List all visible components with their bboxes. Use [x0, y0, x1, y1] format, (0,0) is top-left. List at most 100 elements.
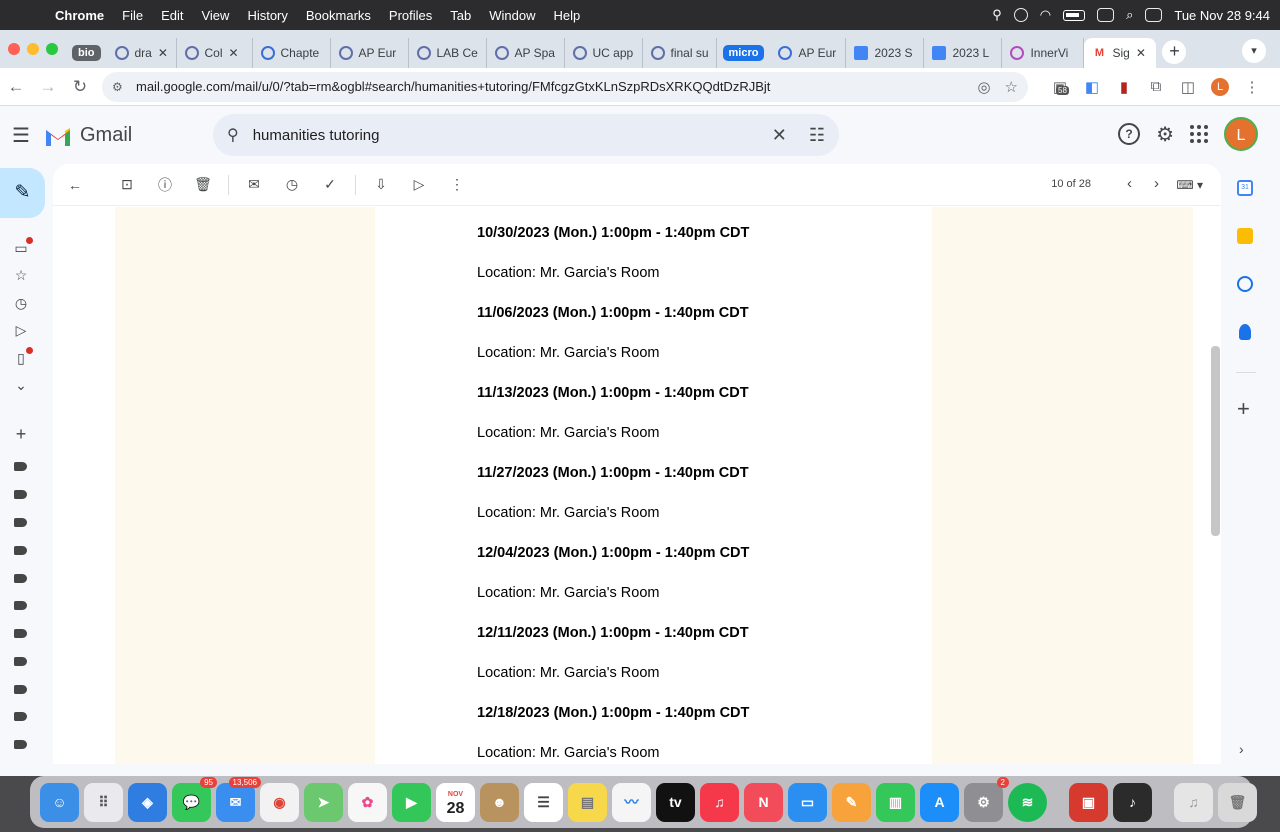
- main-menu-icon[interactable]: ☰: [0, 123, 42, 148]
- facetime-icon[interactable]: ▶: [392, 782, 431, 822]
- label-tag-icon[interactable]: [14, 629, 27, 638]
- tasks-icon[interactable]: [1237, 276, 1253, 292]
- spotify-icon[interactable]: ≋: [1008, 782, 1047, 822]
- tv-icon[interactable]: tv: [656, 782, 695, 822]
- music-folder-icon[interactable]: ♫: [1174, 782, 1213, 822]
- more-options-icon[interactable]: ⋮: [438, 176, 476, 193]
- app-store-icon[interactable]: A: [920, 782, 959, 822]
- browser-tab[interactable]: 2023 L: [924, 38, 1003, 68]
- compose-button[interactable]: ✎: [0, 168, 45, 218]
- new-tab-button[interactable]: +: [1162, 40, 1187, 64]
- photos-icon[interactable]: ✿: [348, 782, 387, 822]
- archive-icon[interactable]: ⊡: [108, 176, 146, 193]
- browser-tab[interactable]: UC app: [565, 38, 643, 68]
- input-tools-icon[interactable]: ⌨ ▾: [1176, 178, 1203, 192]
- mark-unread-icon[interactable]: ✉: [235, 176, 273, 193]
- kebab-menu-icon[interactable]: ⋮: [1236, 78, 1268, 96]
- settings-gear-icon[interactable]: ⚙: [1156, 122, 1174, 147]
- delete-icon[interactable]: 🗑: [184, 176, 222, 193]
- search-icon[interactable]: ⚲: [227, 125, 239, 145]
- numbers-icon[interactable]: ▥: [876, 782, 915, 822]
- snooze-icon[interactable]: ◷: [273, 176, 311, 193]
- drafts-icon[interactable]: ▯: [12, 347, 33, 367]
- tab-group-bio[interactable]: bio: [72, 45, 101, 61]
- browser-tab[interactable]: Col ✕: [177, 38, 253, 68]
- calendar-icon[interactable]: NOV 28: [436, 782, 475, 822]
- photo-booth-icon[interactable]: ▣: [1069, 782, 1108, 822]
- music-icon[interactable]: ♫: [700, 782, 739, 822]
- menu-bookmarks[interactable]: Bookmarks: [297, 8, 380, 23]
- pages-icon[interactable]: ✎: [832, 782, 871, 822]
- reload-icon[interactable]: ↻: [64, 77, 96, 97]
- notes-icon[interactable]: ▤: [568, 782, 607, 822]
- browser-tab[interactable]: AP Eur: [331, 38, 409, 68]
- clear-search-icon[interactable]: ✕: [772, 125, 787, 146]
- browser-tab[interactable]: 2023 S: [846, 38, 925, 68]
- menu-window[interactable]: Window: [480, 8, 544, 23]
- tab-group-micro[interactable]: micro: [722, 45, 765, 61]
- translate-extension-icon[interactable]: ◧: [1076, 78, 1108, 96]
- get-addons-icon[interactable]: +: [1237, 396, 1250, 422]
- search-input[interactable]: humanities tutoring: [253, 127, 750, 144]
- trash-icon[interactable]: 🗑: [1218, 782, 1257, 822]
- label-tag-icon[interactable]: [14, 462, 27, 471]
- close-tab-icon[interactable]: ✕: [1136, 46, 1146, 60]
- label-tag-icon[interactable]: [14, 546, 27, 555]
- forward-icon[interactable]: →: [32, 77, 64, 97]
- menubar-datetime[interactable]: Tue Nov 28 9:44: [1174, 8, 1270, 23]
- menu-help[interactable]: Help: [545, 8, 590, 23]
- help-icon[interactable]: ?: [1118, 123, 1141, 145]
- browser-tab[interactable]: LAB Ce: [409, 38, 487, 68]
- menu-tab[interactable]: Tab: [441, 8, 480, 23]
- label-tag-icon[interactable]: [14, 740, 27, 749]
- mail-icon[interactable]: ✉ 13,506: [216, 776, 261, 822]
- browser-tab[interactable]: InnerVi: [1002, 38, 1085, 68]
- add-task-icon[interactable]: ✓: [311, 176, 349, 193]
- reader-extension-icon[interactable]: ▮: [1108, 78, 1140, 96]
- menu-history[interactable]: History: [238, 8, 296, 23]
- site-info-icon[interactable]: ⚙: [112, 80, 126, 94]
- label-tag-icon[interactable]: [14, 712, 27, 721]
- contacts-icon[interactable]: ☻: [480, 782, 519, 822]
- account-avatar[interactable]: L: [1224, 117, 1258, 151]
- label-tag-icon[interactable]: [14, 574, 27, 583]
- gmail-logo[interactable]: Gmail: [44, 124, 132, 147]
- label-tag-icon[interactable]: [14, 685, 27, 694]
- older-message-icon[interactable]: ›: [1154, 175, 1159, 192]
- screen-mirroring-icon[interactable]: [1097, 8, 1115, 22]
- messages-icon[interactable]: 💬 95: [172, 776, 217, 822]
- headphones-icon[interactable]: ◠: [1040, 7, 1051, 23]
- freeform-icon[interactable]: 〰: [612, 782, 651, 822]
- tab-search-button[interactable]: ▾: [1242, 39, 1266, 63]
- contacts-icon[interactable]: [1239, 324, 1251, 340]
- newer-message-icon[interactable]: ‹: [1127, 175, 1132, 192]
- spotlight-search-icon[interactable]: ⌕: [1126, 7, 1133, 23]
- back-to-search-icon[interactable]: ←: [56, 177, 94, 193]
- keynote-icon[interactable]: ▭: [788, 782, 827, 822]
- report-spam-icon[interactable]: ⓘ: [146, 175, 184, 195]
- maps-icon[interactable]: ➤: [304, 782, 343, 822]
- starred-icon[interactable]: ☆: [12, 267, 30, 284]
- label-tag-icon[interactable]: [14, 601, 27, 610]
- google-apps-icon[interactable]: [1190, 125, 1208, 143]
- airdrop-status-icon[interactable]: ⚲: [992, 7, 1002, 23]
- browser-tab[interactable]: dra ✕: [107, 38, 177, 68]
- browser-tab-active[interactable]: M Sig ✕: [1084, 38, 1157, 68]
- battery-icon[interactable]: [1063, 9, 1086, 21]
- more-chevron-icon[interactable]: ⌄: [12, 377, 30, 394]
- chrome-icon[interactable]: ◉: [260, 782, 299, 822]
- move-to-icon[interactable]: ⇩: [362, 176, 400, 193]
- snoozed-icon[interactable]: ◷: [12, 295, 30, 312]
- launchpad-icon[interactable]: ⠿: [84, 782, 123, 822]
- sent-icon[interactable]: ▷: [12, 322, 30, 339]
- puzzle-icon[interactable]: ⧉: [1140, 78, 1172, 95]
- menu-view[interactable]: View: [192, 8, 238, 23]
- calendar-icon[interactable]: 31: [1237, 180, 1253, 196]
- garageband-icon[interactable]: ♪: [1113, 782, 1152, 822]
- back-icon[interactable]: ←: [0, 77, 32, 97]
- label-tag-icon[interactable]: [14, 490, 27, 499]
- browser-tab[interactable]: AP Eur: [770, 38, 847, 68]
- control-center-icon[interactable]: [1145, 8, 1163, 22]
- label-icon[interactable]: ▷: [400, 176, 438, 193]
- search-options-icon[interactable]: ☷: [809, 125, 825, 146]
